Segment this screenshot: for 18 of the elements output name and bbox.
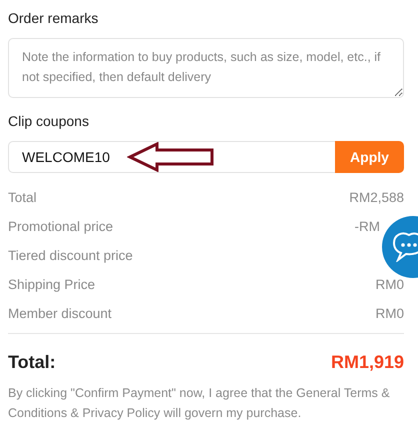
summary-label: Total (8, 190, 37, 205)
total-value: RM1,919 (330, 352, 404, 373)
summary-value: RM2,588 (349, 190, 404, 205)
chat-icon (392, 232, 418, 262)
summary-value: RM0 (375, 306, 404, 321)
summary-label: Member discount (8, 306, 112, 321)
summary-value: RM0 (375, 277, 404, 292)
summary-value: -RM (354, 219, 380, 234)
disclaimer-text: By clicking "Confirm Payment" now, I agree that the General Terms & Conditions & Privacy Policy will govern my purchase. (8, 385, 391, 422)
remarks-field[interactable]: Note the information to buy products, such as size, model, etc., if not specified, then default delivery (8, 38, 404, 98)
summary-label: Promotional price (8, 219, 114, 234)
coupon-field[interactable]: WELCOME10 (8, 141, 335, 173)
total-label: Total: (8, 352, 56, 373)
arrow-annotation-icon (127, 142, 215, 172)
summary-label: Tiered discount price (8, 248, 133, 263)
section-label: Order remarks (8, 9, 100, 27)
summary-label: Shipping Price (8, 277, 96, 292)
section-label: Clip coupons (8, 112, 90, 130)
